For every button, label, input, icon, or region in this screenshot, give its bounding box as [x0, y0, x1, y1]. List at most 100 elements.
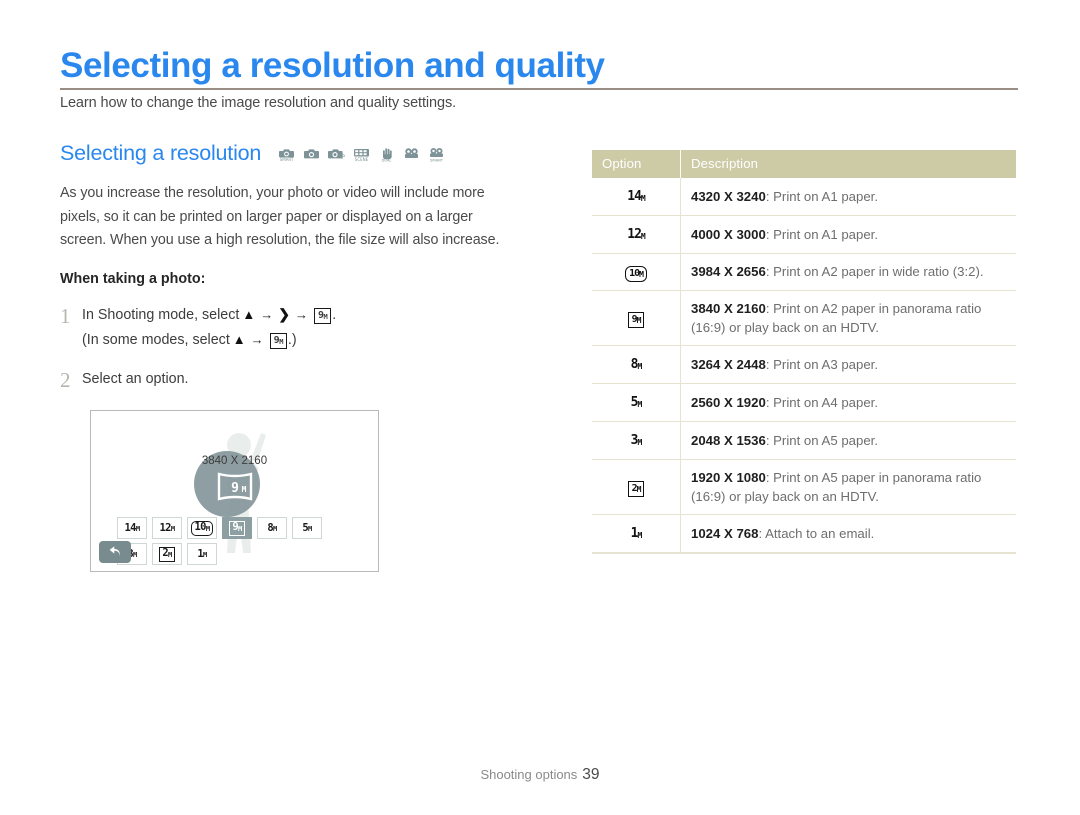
- camera-screen-illustration: 3840 X 2160 9 M 14M 12M 10M 9M 8M 5M 3M …: [90, 410, 379, 572]
- resolution-option-2m[interactable]: 2M: [152, 543, 182, 565]
- table-cell-description: 4000 X 3000: Print on A1 paper.: [680, 215, 1016, 254]
- resolution-dimensions: 2560 X 1920: [691, 394, 766, 410]
- table-cell-description: 1920 X 1080: Print on A5 paper in panora…: [680, 459, 1016, 515]
- resolution-description: : Print on A3 paper.: [765, 356, 878, 372]
- svg-text:DUAL: DUAL: [382, 159, 392, 162]
- step-1-number: 1: [60, 304, 71, 329]
- table-cell-description: 3840 X 2160: Print on A2 paper in panora…: [680, 290, 1016, 346]
- resolution-options-table: Option Description 14M 4320 X 3240: Prin…: [592, 150, 1016, 554]
- resolution-icon-14m: 14M: [627, 189, 645, 204]
- resolution-dimensions: 2048 X 1536: [691, 432, 766, 448]
- resolution-option-12m[interactable]: 12 M: [152, 517, 182, 539]
- resolution-dimensions: 1920 X 1080: [691, 469, 766, 485]
- table-cell-option-icon: 1M: [592, 514, 681, 554]
- step-1-text-end: .: [332, 307, 337, 324]
- back-icon: [109, 546, 120, 557]
- step-1: 1 In Shooting mode, select ▲ → ❯ → 9M . …: [60, 304, 560, 351]
- when-taking-a-photo-label: When taking a photo:: [60, 271, 206, 288]
- resolution-icon-8m: 8M: [630, 356, 643, 372]
- resolution-option-5m[interactable]: 5M: [292, 517, 322, 539]
- table-cell-description: 4320 X 3240: Print on A1 paper.: [680, 178, 1016, 216]
- resolution-dimensions: 4320 X 3240: [691, 188, 766, 204]
- resolution-icon-3m: 3M: [630, 432, 643, 448]
- resolution-description: : Print on A5 paper.: [765, 432, 878, 448]
- table-cell-option-icon: 3M: [592, 421, 681, 460]
- table-header-option: Option: [592, 150, 681, 178]
- resolution-icon-10m: 10M: [625, 265, 647, 282]
- resolution-icon-2m: 2M: [627, 480, 645, 497]
- resolution-dimensions: 3264 X 2448: [691, 356, 766, 372]
- resolution-option-8m[interactable]: 8M: [257, 517, 287, 539]
- left-column: Selecting a resolution SMART P SCENE DUA…: [60, 140, 560, 393]
- section-heading-row: Selecting a resolution SMART P SCENE DUA…: [60, 140, 560, 166]
- arrow-right-icon-3: →: [250, 332, 264, 348]
- step-1-alt-text-end: .): [287, 332, 297, 349]
- footer-section-label: Shooting options: [480, 767, 578, 782]
- arrow-right-icon-2: →: [294, 307, 308, 323]
- step-2: 2 Select an option.: [60, 368, 560, 392]
- resolution-icon-9m: 9M: [627, 311, 645, 328]
- svg-text:SMART: SMART: [280, 157, 294, 162]
- table-row: 12M 4000 X 3000: Print on A1 paper.: [592, 215, 1016, 254]
- up-triangle-icon: ▲: [242, 307, 256, 323]
- resolution-description: : Print on A4 paper.: [765, 394, 878, 410]
- step-2-text: Select an option.: [82, 371, 189, 388]
- table-row: 14M 4320 X 3240: Print on A1 paper.: [592, 178, 1016, 216]
- table-cell-description: 3264 X 2448: Print on A3 paper.: [680, 345, 1016, 384]
- page-footer: Shooting options 39: [0, 766, 1080, 784]
- svg-text:SMART: SMART: [430, 157, 444, 162]
- table-cell-option-icon: 9M: [592, 290, 681, 346]
- step-1-body: In Shooting mode, select ▲ → ❯ → 9M . (I…: [82, 304, 336, 351]
- program-camera-icon: [302, 146, 321, 162]
- table-header-description: Description: [680, 150, 1016, 178]
- resolution-dimensions: 3840 X 2160: [691, 300, 766, 316]
- table-cell-option-icon: 12M: [592, 215, 681, 254]
- up-triangle-icon-2: ▲: [232, 332, 246, 348]
- resolution-dimensions: 4000 X 3000: [691, 226, 766, 242]
- svg-text:9: 9: [231, 481, 239, 496]
- movie-camera-icon: [402, 146, 421, 162]
- selected-resolution-badge: 9 M: [91, 471, 378, 507]
- table-cell-option-icon: 14M: [592, 178, 681, 216]
- dual-is-hand-icon: DUAL: [377, 146, 396, 162]
- table-cell-option-icon: 2M: [592, 459, 681, 515]
- svg-text:M: M: [241, 485, 246, 494]
- footer-page-number: 39: [582, 766, 600, 783]
- table-row: 8M 3264 X 2448: Print on A3 paper.: [592, 345, 1016, 384]
- arrow-right-icon: →: [260, 307, 274, 323]
- resolution-option-9m[interactable]: 9M: [222, 517, 252, 539]
- table-row: 5M 2560 X 1920: Print on A4 paper.: [592, 383, 1016, 422]
- section-heading: Selecting a resolution: [60, 140, 262, 165]
- back-button[interactable]: [99, 541, 131, 563]
- step-1-alt-text-a: (In some modes, select: [82, 332, 230, 349]
- table-cell-option-icon: 5M: [592, 383, 681, 422]
- page-title: Selecting a resolution and quality: [60, 46, 605, 85]
- table-cell-description: 2048 X 1536: Print on A5 paper.: [680, 421, 1016, 460]
- table-row: 2M 1920 X 1080: Print on A5 paper in pan…: [592, 459, 1016, 515]
- svg-text:P: P: [341, 154, 345, 161]
- selected-resolution-text: 3840 X 2160: [201, 455, 268, 467]
- table-cell-option-icon: 8M: [592, 345, 681, 384]
- resolution-dimensions: 1024 X 768: [691, 525, 759, 541]
- resolution-description: : Attach to an email.: [758, 525, 875, 541]
- resolution-option-row-1: 14 M 12 M 10M 9M 8M 5M: [117, 517, 367, 539]
- page-subtitle: Learn how to change the image resolution…: [60, 95, 457, 111]
- step-1-line-1: In Shooting mode, select ▲ → ❯ → 9M .: [82, 304, 336, 326]
- resolution-option-10m[interactable]: 10M: [187, 517, 217, 539]
- resolution-option-grid: 14M 12M 10M 9M 8M 5M 3M 2M 1M: [117, 517, 367, 569]
- resolution-description: : Print on A1 paper.: [765, 226, 878, 242]
- resolution-badge-9m: 9M: [313, 308, 332, 325]
- step-1-line-2: (In some modes, select ▲ → 9M .): [82, 329, 336, 351]
- table-cell-description: 3984 X 2656: Print on A2 paper in wide r…: [680, 253, 1016, 291]
- resolution-option-14m[interactable]: 14 M: [117, 517, 147, 539]
- table-row: 1M 1024 X 768: Attach to an email.: [592, 514, 1016, 554]
- resolution-option-1m[interactable]: 1M: [187, 543, 217, 565]
- table-cell-option-icon: 10M: [592, 253, 681, 291]
- table-header-row: Option Description: [592, 150, 1016, 178]
- resolution-icon-5m: 5M: [630, 394, 643, 410]
- chevron-right-icon: ❯: [278, 306, 290, 323]
- aperture-priority-camera-icon: P: [327, 146, 346, 162]
- table-row: 3M 2048 X 1536: Print on A5 paper.: [592, 421, 1016, 460]
- resolution-badge-9m-alt: 9M: [269, 333, 287, 350]
- table-cell-description: 1024 X 768: Attach to an email.: [680, 514, 1016, 554]
